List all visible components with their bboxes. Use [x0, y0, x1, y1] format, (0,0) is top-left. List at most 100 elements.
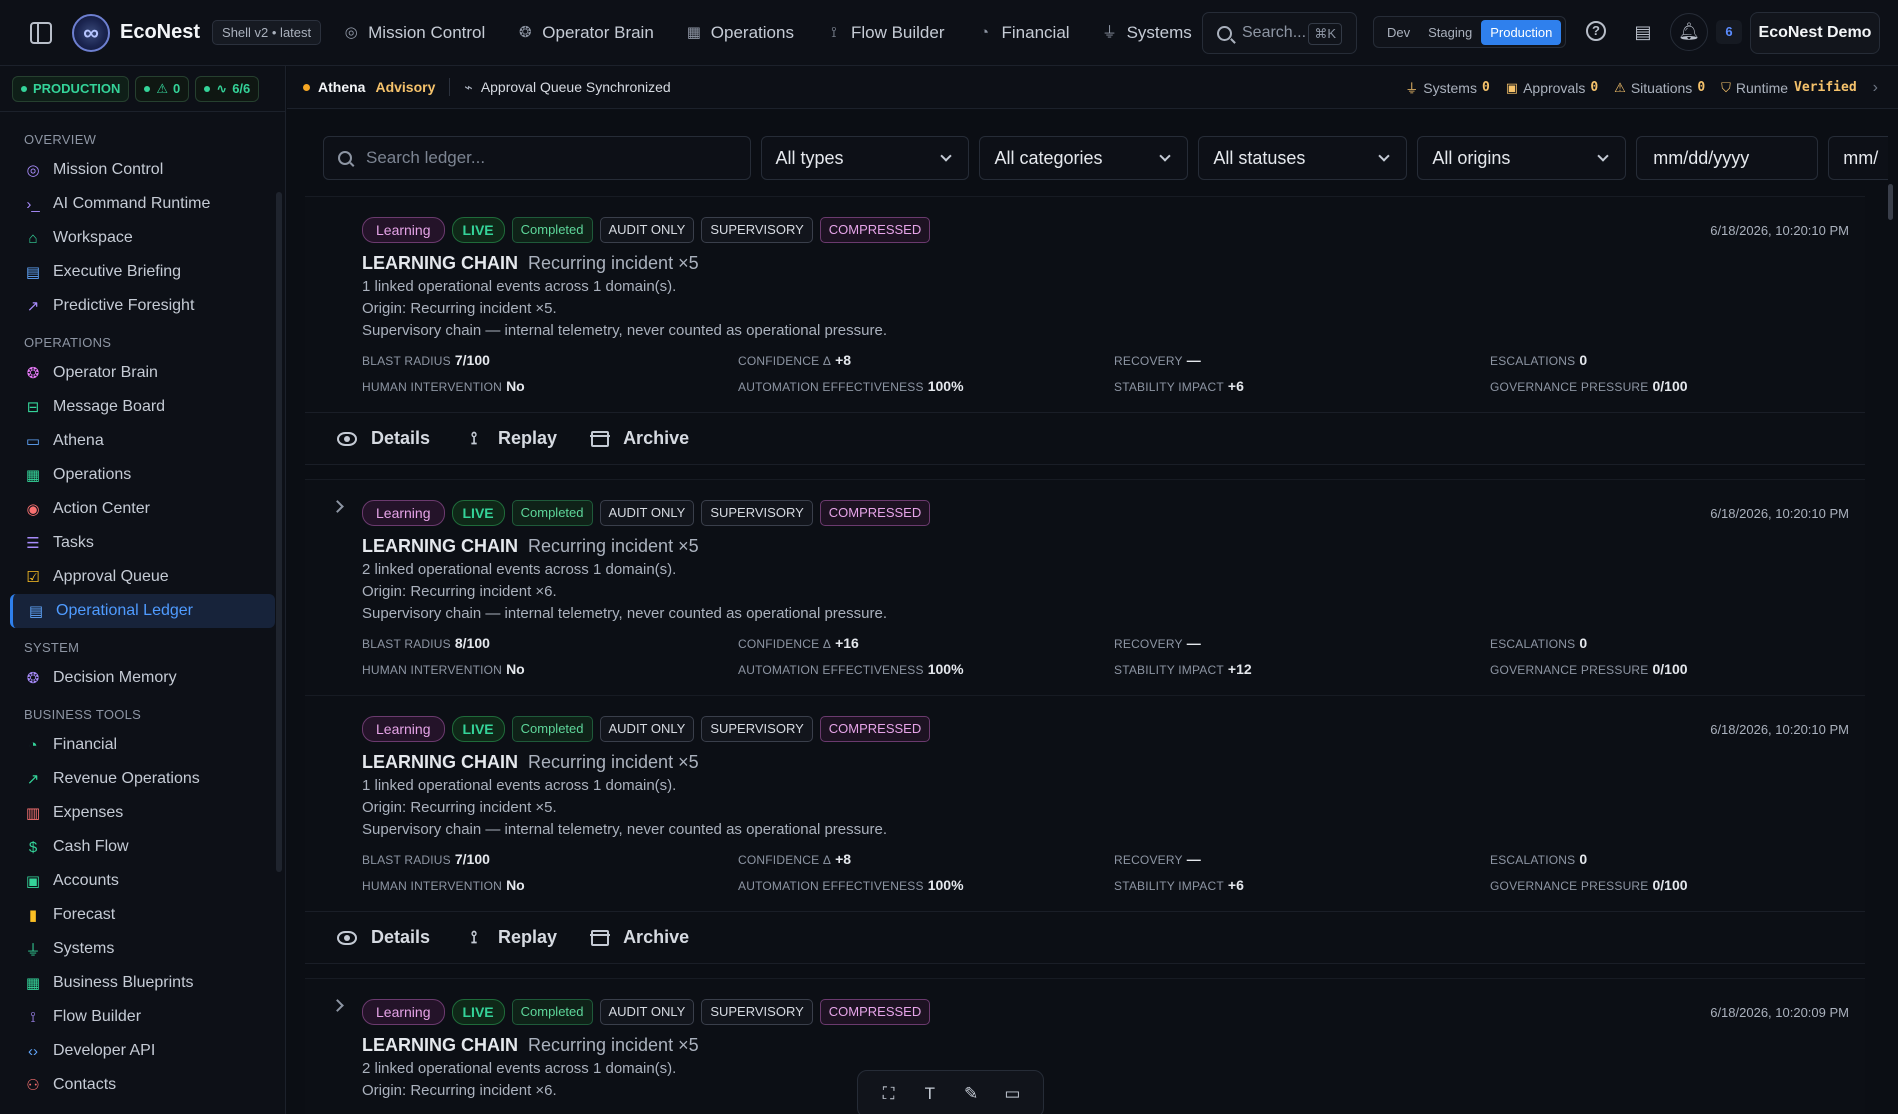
date-from-input[interactable]: mm/dd/yyyy [1636, 136, 1819, 180]
sidebar-item-cash-flow[interactable]: $ Cash Flow [10, 830, 275, 864]
date-to-input[interactable]: mm/ [1828, 136, 1888, 180]
select-region-icon[interactable]: ⛶ [878, 1083, 900, 1105]
search-shortcut: ⌘K [1308, 23, 1342, 45]
sidebar-item-flow-builder[interactable]: ⟟ Flow Builder [10, 1000, 275, 1034]
replay-button[interactable]: ⟟ Replay [464, 428, 557, 449]
chevron-right-icon[interactable] [331, 999, 344, 1012]
metric-value: +8 [835, 851, 852, 867]
entry-description: 1 linked operational events across 1 dom… [362, 278, 677, 295]
sync-status: Approval Queue Synchronized [480, 79, 671, 95]
account-button[interactable]: EcoNest Demo [1750, 12, 1880, 54]
sidebar-item-operations[interactable]: ▦ Operations [10, 458, 275, 492]
topnav-financial[interactable]: ◔ Financial [977, 23, 1070, 43]
comment-icon[interactable]: ▭ [1001, 1083, 1023, 1105]
env-staging-button[interactable]: Staging [1419, 20, 1481, 45]
sidebar-item-operator-brain[interactable]: ❂ Operator Brain [10, 356, 275, 390]
topnav-flow-builder[interactable]: ⟟ Flow Builder [826, 23, 944, 43]
ledger-entry[interactable]: Learning LIVE Completed AUDIT ONLY SUPERVISO… [305, 196, 1865, 412]
global-search-input[interactable]: Search... ⌘K [1202, 12, 1357, 54]
sidebar-toggle-icon[interactable] [30, 21, 52, 44]
metric-governance-pressure: GOVERNANCE PRESSURE 0/100 [1490, 661, 1865, 677]
metric-situations[interactable]: ⚠ Situations 0 [1614, 80, 1705, 96]
sidebar-item-label: Decision Memory [53, 669, 177, 686]
sidebar-item-revenue-operations[interactable]: ↗ Revenue Operations [10, 762, 275, 796]
sidebar-item-label: Operational Ledger [56, 602, 193, 619]
environment-status-chip[interactable]: PRODUCTION [12, 75, 130, 102]
sidebar-item-forecast[interactable]: ▮ Forecast [10, 898, 275, 932]
metric-escalations: ESCALATIONS 0 [1490, 635, 1865, 651]
sidebar-section-title: OVERVIEW [24, 132, 97, 147]
details-button[interactable]: Details [337, 428, 430, 449]
bar-chart-icon: ▮ [28, 907, 38, 924]
sidebar-item-operational-ledger[interactable]: ▤ Operational Ledger [10, 594, 275, 628]
metric-runtime[interactable]: ⛉ Runtime Verified [1721, 80, 1857, 96]
topnav-systems[interactable]: ⏚ Systems [1102, 23, 1192, 43]
metric-value: +12 [1227, 661, 1252, 677]
metric-systems[interactable]: ⏚ Systems 0 [1405, 78, 1490, 97]
archive-button[interactable]: Archive [590, 927, 689, 948]
sidebar-item-systems[interactable]: ⏚ Systems [10, 932, 275, 966]
type-filter-select[interactable]: All types [760, 136, 970, 180]
origin-filter-select[interactable]: All origins [1417, 136, 1627, 180]
category-filter-select[interactable]: All categories [979, 136, 1189, 180]
help-icon[interactable]: ? [1586, 21, 1606, 41]
alerts-chip[interactable]: ⚠ 0 [135, 75, 190, 102]
tag-list: Learning LIVE Completed AUDIT ONLY SUPERVISO… [362, 999, 1865, 1025]
metric-value: No [506, 661, 525, 677]
sidebar-item-message-board[interactable]: ⊟ Message Board [10, 390, 275, 424]
shell-version-badge: Shell v2 • latest [212, 20, 322, 45]
ledger-icon: ▤ [28, 603, 44, 620]
health-chip[interactable]: ∿ 6/6 [195, 75, 260, 102]
sidebar-item-accounts[interactable]: ▣ Accounts [10, 864, 275, 898]
tag-list: Learning LIVE Completed AUDIT ONLY SUPERVISO… [362, 716, 1865, 742]
sidebar-item-financial[interactable]: ◔ Financial [10, 728, 275, 762]
status-badge: Completed [511, 217, 593, 243]
pencil-icon[interactable]: ✎ [960, 1083, 982, 1105]
entry-subtitle: Recurring incident ×5 [528, 536, 699, 556]
sidebar-item-approval-queue[interactable]: ☑ Approval Queue [10, 560, 275, 594]
sidebar-item-executive-briefing[interactable]: ▤ Executive Briefing [10, 255, 275, 289]
sidebar-item-predictive-foresight[interactable]: ↗ Predictive Foresight [10, 289, 275, 323]
tag-list: Learning LIVE Completed AUDIT ONLY SUPERVISO… [362, 500, 1865, 526]
brand[interactable]: EcoNest [72, 13, 200, 52]
sidebar-item-action-center[interactable]: ◉ Action Center [10, 492, 275, 526]
sidebar-item-decision-memory[interactable]: ❂ Decision Memory [10, 661, 275, 695]
ledger-entry[interactable]: Learning LIVE Completed AUDIT ONLY SUPERVISO… [305, 695, 1865, 911]
topnav-operations[interactable]: ▦ Operations [686, 23, 794, 43]
topnav-operator-brain[interactable]: ❂ Operator Brain [517, 23, 654, 43]
archive-button[interactable]: Archive [590, 428, 689, 449]
chevron-right-icon[interactable] [331, 500, 344, 513]
sidebar-item-workspace[interactable]: ⌂ Workspace [10, 221, 275, 255]
notifications-button[interactable]: 🔔︎ [1670, 13, 1708, 51]
sidebar-nav: OVERVIEW ◎ Mission Control ›_ AI Command Run… [0, 112, 285, 1102]
ledger-search-input[interactable]: Search ledger... [323, 136, 751, 180]
environment-switcher: Dev Staging Production [1373, 16, 1567, 48]
sidebar-item-expenses[interactable]: ▥ Expenses [10, 796, 275, 830]
messages-icon[interactable]: ▤ [1632, 21, 1654, 43]
status-filter-select[interactable]: All statuses [1198, 136, 1408, 180]
sidebar-item-contacts[interactable]: ⚇ Contacts [10, 1068, 275, 1102]
sidebar-item-athena[interactable]: ▭ Athena [10, 424, 275, 458]
ledger-entry[interactable]: Learning LIVE Completed AUDIT ONLY SUPERVISO… [305, 978, 1865, 1114]
topnav-mission-control[interactable]: ◎ Mission Control [343, 23, 486, 43]
metric-stability-impact: STABILITY IMPACT +6 [1114, 378, 1490, 394]
text-tool-icon[interactable]: T [919, 1083, 941, 1105]
grid-icon: ▦ [25, 975, 41, 992]
ledger-scrollbar[interactable] [1888, 184, 1893, 220]
env-dev-button[interactable]: Dev [1378, 20, 1419, 45]
sidebar-scrollbar[interactable] [276, 192, 282, 872]
ledger-entry[interactable]: Learning LIVE Completed AUDIT ONLY SUPERVISO… [305, 479, 1865, 695]
chevron-right-icon[interactable]: › [1873, 79, 1878, 97]
sidebar-item-ai-command-runtime[interactable]: ›_ AI Command Runtime [10, 187, 275, 221]
sidebar-item-mission-control[interactable]: ◎ Mission Control [10, 153, 275, 187]
sidebar-item-label: Accounts [53, 872, 119, 889]
metric-approvals[interactable]: ▣ Approvals 0 [1506, 80, 1598, 96]
sidebar-item-label: Contacts [53, 1076, 117, 1093]
env-production-button[interactable]: Production [1481, 19, 1562, 45]
brain-icon: ❂ [26, 365, 40, 382]
sidebar-item-tasks[interactable]: ☰ Tasks [10, 526, 275, 560]
sidebar-item-developer-api[interactable]: ‹› Developer API [10, 1034, 275, 1068]
sidebar-item-business-blueprints[interactable]: ▦ Business Blueprints [10, 966, 275, 1000]
details-button[interactable]: Details [337, 927, 430, 948]
replay-button[interactable]: ⟟ Replay [464, 927, 557, 948]
